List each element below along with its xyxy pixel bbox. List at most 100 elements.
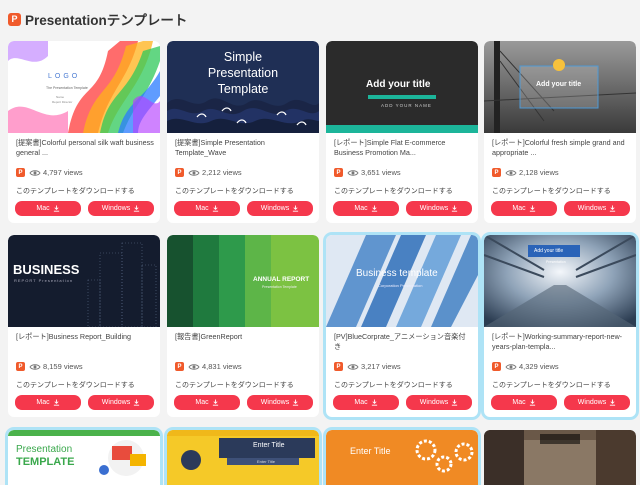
template-card[interactable] (484, 430, 636, 485)
eye-icon (347, 363, 359, 370)
template-meta: P 3,217 views (334, 362, 401, 371)
thumb-heading: Presentation (16, 444, 73, 455)
button-label: Mac (512, 205, 526, 212)
download-icon (610, 399, 616, 406)
download-icon (134, 399, 140, 406)
windows-download-button[interactable]: Windows (247, 395, 313, 410)
download-icon (53, 205, 59, 212)
template-card[interactable]: LOGO The Presentation Template Name Repo… (8, 41, 160, 223)
mac-download-button[interactable]: Mac (174, 201, 240, 216)
button-label: Mac (36, 205, 50, 212)
enter-title-artwork (167, 430, 319, 485)
eye-icon (188, 169, 200, 176)
thumb-subheading: Presentation (546, 260, 566, 264)
download-icon (529, 399, 535, 406)
eye-icon (505, 363, 517, 370)
thumb-subheading: Corporation Presentation (378, 283, 423, 288)
windows-download-button[interactable]: Windows (564, 201, 630, 216)
template-title[interactable]: [提案書]Simple Presentation Template_Wave (175, 138, 313, 158)
download-icon (293, 205, 299, 212)
windows-download-button[interactable]: Windows (564, 395, 630, 410)
template-thumbnail[interactable]: Enter Title Enter Title (167, 430, 319, 485)
thumb-heading: Add your title (366, 79, 431, 90)
template-thumbnail[interactable] (484, 430, 636, 485)
mac-download-button[interactable]: Mac (333, 395, 399, 410)
windows-download-button[interactable]: Windows (88, 395, 154, 410)
template-card[interactable]: Add your title ADD YOUR NAME [レポート]Simpl… (326, 41, 478, 223)
template-title[interactable]: [レポート]Colorful fresh simple grand and ap… (492, 138, 630, 158)
button-label: Windows (577, 399, 607, 406)
template-title[interactable]: [報告書]GreenReport (175, 332, 313, 352)
download-prompt: このテンプレートをダウンロードする (16, 382, 135, 389)
download-prompt: このテンプレートをダウンロードする (175, 382, 294, 389)
thumb-subheading: Enter Title (257, 459, 276, 464)
template-meta: P 4,831 views (175, 362, 242, 371)
button-label: Mac (354, 399, 368, 406)
view-count: 4,797 views (43, 168, 83, 177)
mac-download-button[interactable]: Mac (333, 201, 399, 216)
template-meta: P 2,128 views (492, 168, 559, 177)
template-card[interactable]: Business template Corporation Presentati… (326, 235, 478, 417)
mac-download-button[interactable]: Mac (491, 201, 557, 216)
thumb-title-line: Presentation (207, 66, 279, 80)
mac-download-button[interactable]: Mac (491, 395, 557, 410)
view-count: 3,651 views (361, 168, 401, 177)
button-label: Mac (36, 399, 50, 406)
template-card[interactable]: Simple Presentation Template [提案書]Simple… (167, 41, 319, 223)
button-label: Mac (195, 399, 209, 406)
ppt-file-icon: P (16, 168, 25, 177)
thumb-subheading: ADD YOUR NAME (381, 103, 432, 108)
thumb-heading: ANNUAL REPORT (253, 276, 310, 283)
download-prompt: このテンプレートをダウンロードする (175, 188, 294, 195)
template-meta: P 3,651 views (334, 168, 401, 177)
template-thumbnail[interactable]: Enter Title (326, 430, 478, 485)
mac-download-button[interactable]: Mac (174, 395, 240, 410)
thumb-role: Report Director (52, 100, 73, 104)
template-thumbnail[interactable]: Add your title ADD YOUR NAME (326, 41, 478, 133)
template-card[interactable]: ANNUAL REPORT Presentation Template [報告書… (167, 235, 319, 417)
button-label: Mac (195, 205, 209, 212)
view-count: 4,329 views (519, 362, 559, 371)
template-card[interactable]: BUSINESS REPORT Presentation [レポート]Busin… (8, 235, 160, 417)
template-thumbnail[interactable]: Add your title Presentation (484, 235, 636, 327)
windows-download-button[interactable]: Windows (406, 395, 472, 410)
windows-download-button[interactable]: Windows (406, 201, 472, 216)
city-street-artwork (484, 430, 636, 485)
ppt-file-icon: P (492, 168, 501, 177)
windows-download-button[interactable]: Windows (88, 201, 154, 216)
orange-gears-artwork (326, 430, 478, 485)
template-card[interactable]: Presentation TEMPLATE (8, 430, 160, 485)
download-prompt: このテンプレートをダウンロードする (492, 188, 611, 195)
view-count: 2,128 views (519, 168, 559, 177)
mac-download-button[interactable]: Mac (15, 201, 81, 216)
template-title[interactable]: [PV]BlueCorprate_アニメーション音楽付き (334, 332, 472, 352)
template-thumbnail[interactable]: Simple Presentation Template (167, 41, 319, 133)
template-meta: P 4,329 views (492, 362, 559, 371)
thumb-title-line: Template (217, 82, 269, 96)
template-meta: P 8,159 views (16, 362, 83, 371)
eye-icon (29, 363, 41, 370)
template-title[interactable]: [レポート]Business Report_Building (16, 332, 154, 352)
windows-download-button[interactable]: Windows (247, 201, 313, 216)
mac-download-button[interactable]: Mac (15, 395, 81, 410)
template-card[interactable]: Add your title Presentation [レポート]Workin… (484, 235, 636, 417)
template-thumbnail[interactable]: Business template Corporation Presentati… (326, 235, 478, 327)
ppt-file-icon: P (16, 362, 25, 371)
template-title[interactable]: [提案書]Colorful personal silk waft busines… (16, 138, 154, 158)
template-thumbnail[interactable]: ANNUAL REPORT Presentation Template (167, 235, 319, 327)
template-card[interactable]: Enter Title Enter Title (167, 430, 319, 485)
button-label: Mac (512, 399, 526, 406)
page-title: Presentationテンプレート (25, 13, 188, 28)
thumb-title-line: Simple (223, 50, 263, 64)
thumb-heading: Business template (356, 268, 438, 279)
template-card[interactable]: Add your title [レポート]Colorful fresh simp… (484, 41, 636, 223)
template-thumbnail[interactable]: BUSINESS REPORT Presentation (8, 235, 160, 327)
template-thumbnail[interactable]: LOGO The Presentation Template Name Repo… (8, 41, 160, 133)
thumb-heading: Enter Title (350, 446, 391, 456)
template-card[interactable]: Enter Title (326, 430, 478, 485)
template-thumbnail[interactable]: Presentation TEMPLATE (8, 430, 160, 485)
view-count: 8,159 views (43, 362, 83, 371)
template-thumbnail[interactable]: Add your title (484, 41, 636, 133)
template-title[interactable]: [レポート]Working-summary-report-new-years-p… (492, 332, 630, 352)
template-title[interactable]: [レポート]Simple Flat E-commerce Business Pr… (334, 138, 472, 158)
